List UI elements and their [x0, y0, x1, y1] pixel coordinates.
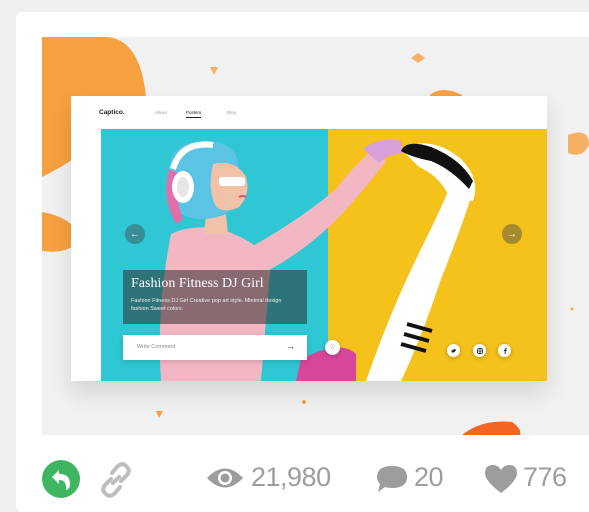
hero-next-button[interactable]: → — [502, 224, 522, 244]
likes-count: 776 — [523, 462, 567, 492]
rebound-icon — [42, 460, 80, 498]
heart-icon — [485, 465, 517, 493]
link-button[interactable] — [96, 460, 136, 505]
send-arrow-icon[interactable]: → — [286, 341, 295, 351]
views-stat — [205, 465, 245, 496]
hero-caption: Fashion Fitness DJ Girl Fashion Fitness … — [123, 270, 307, 324]
hero-prev-button[interactable]: ← — [125, 224, 145, 244]
views-count: 21,980 — [251, 462, 331, 492]
mockup-frame: Captico. About Posters Blog ← → Fashion … — [71, 96, 547, 381]
mockup-nav-blog: Blog — [227, 110, 237, 115]
twitter-icon[interactable] — [447, 344, 460, 357]
mockup-logo: Captico. — [99, 109, 125, 116]
mockup-nav: Captico. About Posters Blog — [71, 96, 547, 129]
comments-count: 20 — [414, 462, 444, 492]
like-heart-button[interactable]: ♡ — [325, 340, 340, 355]
comment-input[interactable]: Write Comment → — [123, 335, 307, 360]
hero-caption-title: Fashion Fitness DJ Girl — [131, 276, 264, 291]
eye-icon — [207, 468, 243, 488]
rebound-button[interactable] — [42, 460, 80, 503]
hero-caption-desc: Fashion Fitness DJ Girl Creative pop art… — [131, 298, 282, 312]
mockup-hero: ← → Fashion Fitness DJ Girl Fashion Fitn… — [101, 129, 547, 381]
likes-stat[interactable] — [483, 463, 519, 500]
mockup-nav-posters: Posters — [186, 110, 202, 118]
comment-icon — [377, 466, 407, 492]
comment-placeholder: Write Comment — [137, 344, 176, 350]
mockup-nav-about: About — [155, 110, 167, 115]
link-icon — [101, 462, 131, 498]
facebook-icon[interactable] — [498, 344, 511, 357]
comments-stat — [375, 464, 409, 499]
instagram-icon[interactable] — [473, 344, 486, 357]
